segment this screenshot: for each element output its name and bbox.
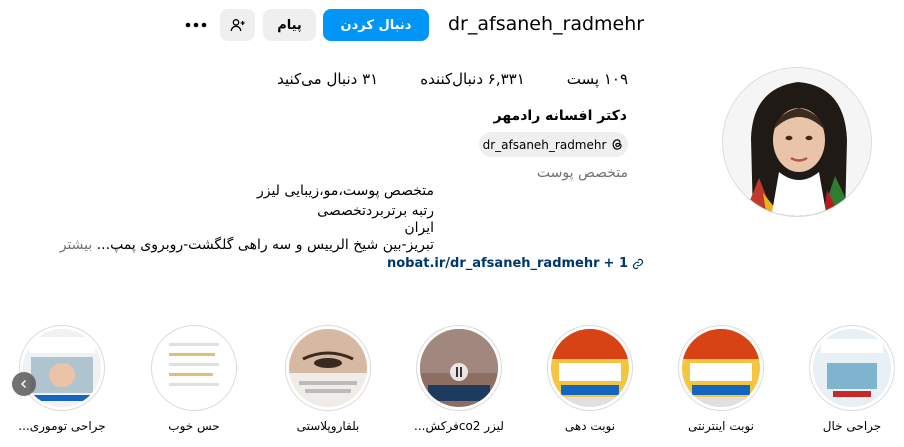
bio-address-line: تبریز-بین شیخ الرییس و سه راهی گلگشت-روب…	[60, 237, 434, 253]
profile-link[interactable]: nobat.ir/dr_afsaneh_radmehr + 1	[387, 256, 644, 271]
more-options-button[interactable]	[182, 12, 210, 38]
highlight-thumbnail	[813, 329, 891, 407]
highlight-label: نوبت اینترنتی	[688, 419, 754, 433]
highlight-label: لیزر co2فرکش...	[414, 419, 504, 433]
following-count[interactable]: ۳۱ دنبال می‌کنید	[277, 70, 378, 90]
highlight-item[interactable]: حس خوب	[150, 325, 238, 433]
profile-username: dr_afsaneh_radmehr	[448, 13, 645, 35]
highlight-thumbnail	[289, 329, 367, 407]
highlight-ring	[678, 325, 764, 411]
highlight-thumbnail	[155, 329, 233, 407]
threads-icon	[612, 139, 623, 150]
profile-stats: ۱۰۹ پست ۶,۳۳۱ دنبال‌کننده ۳۱ دنبال می‌کن…	[260, 70, 628, 90]
bio-line: رتبه برتربردتخصصی	[317, 203, 434, 219]
highlight-thumbnail	[23, 329, 101, 407]
bio-line: متخصص پوست،مو،زیبایی لیزر	[256, 183, 434, 199]
profile-link-extra[interactable]: + 1	[604, 256, 628, 271]
highlight-item[interactable]: نوبت اینترنتی	[677, 325, 765, 433]
follow-button[interactable]: دنبال کردن	[323, 9, 429, 41]
posts-count[interactable]: ۱۰۹ پست	[567, 70, 628, 90]
highlight-label: جراحی توموری...	[18, 419, 106, 433]
highlight-ring	[19, 325, 105, 411]
link-icon	[632, 258, 644, 269]
highlight-ring	[416, 325, 502, 411]
highlight-item[interactable]: نوبت دهی	[546, 325, 634, 433]
highlight-ring	[151, 325, 237, 411]
highlight-item[interactable]: لیزر co2فرکش...	[414, 325, 504, 433]
highlight-item[interactable]: بلفاروپلاستی	[284, 325, 372, 433]
bio-more-link[interactable]: بیشتر	[60, 237, 93, 253]
followers-count[interactable]: ۶,۳۳۱ دنبال‌کننده	[420, 70, 525, 90]
profile-link-url[interactable]: nobat.ir/dr_afsaneh_radmehr	[387, 256, 600, 271]
profile-photo	[723, 68, 871, 216]
bio-line: ایران	[404, 220, 434, 236]
highlight-ring	[809, 325, 895, 411]
highlight-thumbnail	[682, 329, 760, 407]
profile-full-name: دکتر افسانه رادمهر	[493, 108, 627, 124]
highlight-label: حس خوب	[168, 419, 220, 433]
highlights-prev-button[interactable]	[12, 372, 36, 396]
threads-handle: dr_afsaneh_radmehr	[482, 137, 607, 152]
profile-category: متخصص پوست	[536, 165, 628, 181]
add-user-button[interactable]	[220, 9, 255, 41]
bio-address: تبریز-بین شیخ الرییس و سه راهی گلگشت-روب…	[96, 237, 434, 253]
profile-avatar[interactable]	[722, 67, 872, 217]
highlight-label: بلفاروپلاستی	[296, 419, 360, 433]
highlight-ring	[547, 325, 633, 411]
highlight-thumbnail	[551, 329, 629, 407]
highlight-ring	[285, 325, 371, 411]
highlight-item[interactable]: جراحی خال	[808, 325, 896, 433]
highlight-label: جراحی خال	[822, 419, 882, 433]
person-add-icon	[230, 19, 245, 32]
threads-badge[interactable]: dr_afsaneh_radmehr	[479, 132, 628, 157]
chevron-left-icon	[20, 379, 27, 389]
highlight-label: نوبت دهی	[564, 419, 616, 433]
highlight-thumbnail	[420, 329, 498, 407]
message-button[interactable]: پیام	[263, 9, 316, 41]
more-options-icon	[185, 22, 207, 28]
